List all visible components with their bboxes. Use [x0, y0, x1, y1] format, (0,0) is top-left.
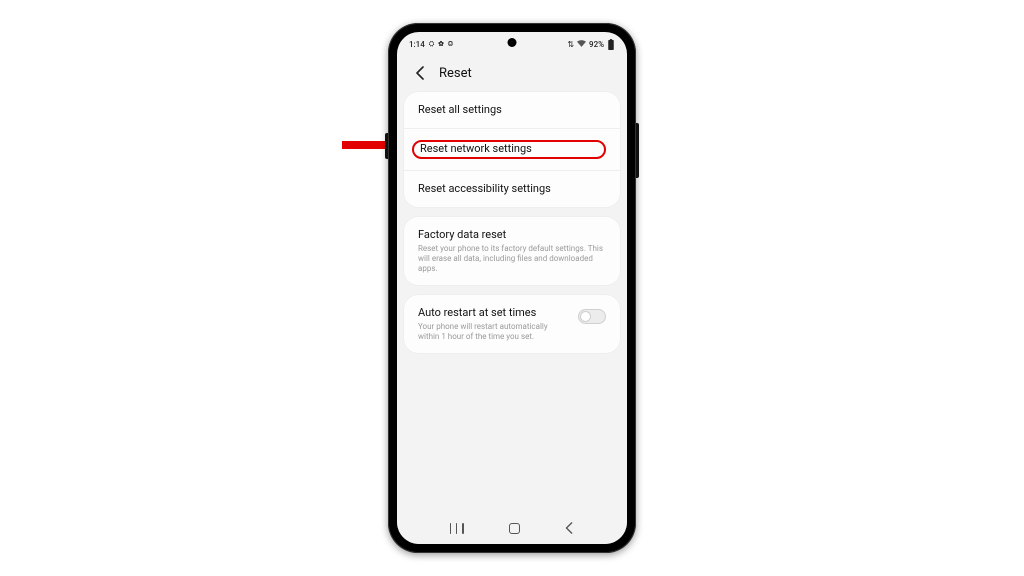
status-notification-icons: ⛭ ✿ ◎ — [429, 40, 454, 49]
chevron-left-icon — [565, 522, 574, 534]
battery-icon — [607, 39, 615, 50]
camera-punch-hole — [508, 38, 517, 47]
nav-home-button[interactable] — [509, 523, 520, 534]
nav-recents-button[interactable] — [450, 523, 464, 534]
page-title: Reset — [439, 66, 472, 81]
title-bar: Reset — [397, 54, 627, 92]
row-subtitle: Reset your phone to its factory default … — [418, 244, 606, 274]
status-time: 1:14 — [409, 40, 425, 49]
back-button[interactable] — [411, 64, 429, 82]
status-data-icon: ⇅ — [567, 40, 574, 49]
row-subtitle: Your phone will restart automatically wi… — [418, 322, 568, 342]
row-title: Factory data reset — [418, 228, 606, 242]
wifi-icon — [577, 40, 586, 49]
row-reset-all-settings[interactable]: Reset all settings — [404, 92, 620, 128]
phone-frame: 1:14 ⛭ ✿ ◎ ⇅ 92% — [388, 23, 636, 553]
card-factory-reset: Factory data reset Reset your phone to i… — [404, 217, 620, 285]
settings-content: Reset all settings Reset network setting… — [397, 92, 627, 353]
row-title: Reset all settings — [418, 103, 606, 117]
auto-restart-toggle[interactable] — [578, 309, 606, 324]
status-battery-text: 92% — [589, 40, 604, 49]
nav-back-button[interactable] — [565, 522, 574, 534]
toggle-knob — [580, 311, 591, 322]
row-auto-restart[interactable]: Auto restart at set times Your phone wil… — [404, 295, 620, 353]
canvas: 1:14 ⛭ ✿ ◎ ⇅ 92% — [0, 0, 1024, 576]
row-title: Auto restart at set times — [418, 306, 568, 320]
row-reset-network-settings[interactable]: Reset network settings — [404, 128, 620, 169]
row-title: Reset network settings — [412, 140, 606, 158]
card-reset-options: Reset all settings Reset network setting… — [404, 92, 620, 207]
row-factory-data-reset[interactable]: Factory data reset Reset your phone to i… — [404, 217, 620, 285]
chevron-left-icon — [416, 66, 425, 80]
row-title: Reset accessibility settings — [418, 182, 606, 196]
card-auto-restart: Auto restart at set times Your phone wil… — [404, 295, 620, 353]
phone-screen: 1:14 ⛭ ✿ ◎ ⇅ 92% — [397, 32, 627, 544]
row-reset-accessibility-settings[interactable]: Reset accessibility settings — [404, 170, 620, 207]
nav-bar — [397, 516, 627, 544]
